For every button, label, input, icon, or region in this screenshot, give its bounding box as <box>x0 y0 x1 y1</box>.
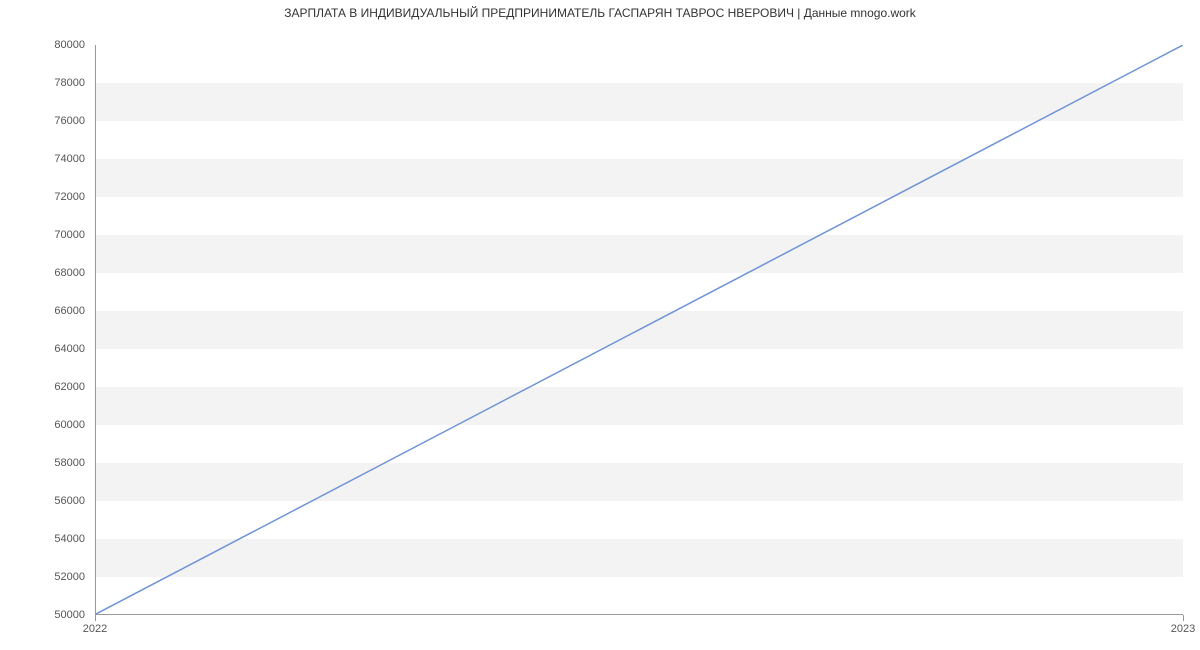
y-tick-label: 70000 <box>0 229 85 241</box>
y-tick-label: 76000 <box>0 115 85 127</box>
y-tick-label: 64000 <box>0 343 85 355</box>
x-tick-label: 2023 <box>1171 623 1195 635</box>
y-tick-label: 78000 <box>0 77 85 89</box>
data-line <box>96 45 1183 614</box>
y-tick-label: 50000 <box>0 609 85 621</box>
y-tick-label: 54000 <box>0 533 85 545</box>
y-tick-label: 58000 <box>0 457 85 469</box>
y-tick-label: 74000 <box>0 153 85 165</box>
chart-container: ЗАРПЛАТА В ИНДИВИДУАЛЬНЫЙ ПРЕДПРИНИМАТЕЛ… <box>0 0 1200 650</box>
y-tick-label: 66000 <box>0 305 85 317</box>
y-tick-label: 56000 <box>0 495 85 507</box>
y-tick-label: 60000 <box>0 419 85 431</box>
plot-area <box>95 45 1183 615</box>
x-tick-label: 2022 <box>83 623 107 635</box>
y-tick-label: 80000 <box>0 39 85 51</box>
y-tick-label: 62000 <box>0 381 85 393</box>
chart-title: ЗАРПЛАТА В ИНДИВИДУАЛЬНЫЙ ПРЕДПРИНИМАТЕЛ… <box>0 6 1200 20</box>
y-tick-label: 68000 <box>0 267 85 279</box>
x-tick <box>95 615 96 621</box>
y-tick-label: 52000 <box>0 571 85 583</box>
x-tick <box>1183 615 1184 621</box>
y-tick-label: 72000 <box>0 191 85 203</box>
